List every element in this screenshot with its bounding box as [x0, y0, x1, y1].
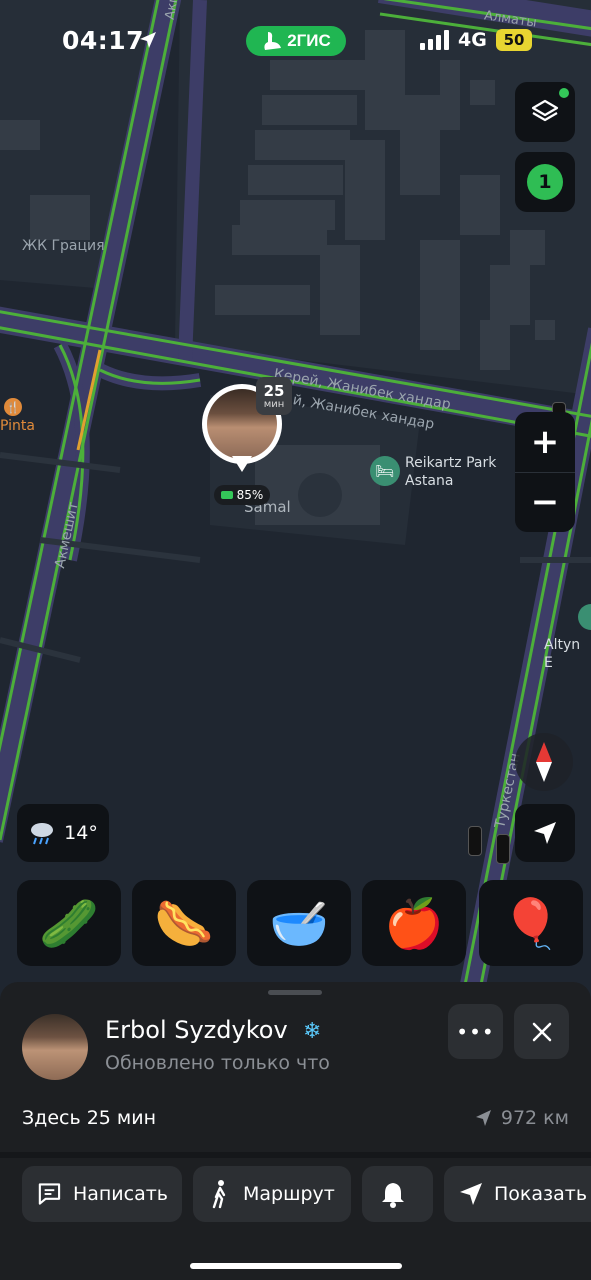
pin-time-value: 25	[263, 381, 285, 400]
compass-button[interactable]	[515, 733, 573, 791]
notify-button[interactable]	[362, 1166, 433, 1222]
weather-temp: 14°	[64, 822, 98, 844]
pin-time-unit: мин	[263, 398, 285, 410]
location-arrow-icon	[140, 32, 156, 48]
close-icon	[532, 1022, 551, 1041]
user-status: Обновлено только что	[105, 1052, 330, 1074]
emoji-apple-button[interactable]: 🍎	[362, 880, 466, 966]
user-bottom-sheet: Erbol Syzdykov ❄ Обновлено только что ••…	[0, 982, 591, 1280]
layers-icon	[531, 99, 559, 122]
sheet-divider	[0, 1152, 591, 1158]
pin-battery-value: 85%	[236, 488, 264, 502]
avatar[interactable]	[22, 1014, 88, 1080]
message-button-label: Написать	[72, 1183, 168, 1205]
action-buttons-row: Написать Маршрут Показать	[0, 1166, 591, 1224]
pin-time-badge: 25 мин	[256, 377, 292, 415]
emoji-hotdog-button[interactable]: 🌭	[132, 880, 236, 966]
weather-widget[interactable]: 14°	[17, 804, 109, 862]
my-location-button[interactable]	[515, 804, 575, 862]
status-bar: 04:17 2ГИС 4G 50	[0, 0, 591, 80]
navigation-arrow-icon	[534, 822, 556, 844]
map-label-pinta[interactable]: Pinta	[0, 418, 35, 434]
here-duration: Здесь 25 мин	[22, 1107, 157, 1129]
goose-icon	[264, 32, 282, 50]
snowflake-icon: ❄	[303, 1019, 322, 1044]
battery-indicator: 50	[496, 29, 532, 51]
map-label-zhk: ЖК Грация	[22, 238, 105, 254]
navigation-arrow-icon	[460, 1183, 482, 1205]
friends-count-button[interactable]: 1	[515, 152, 575, 212]
emoji-reactions-row: 🥒 🌭 🥣 🍎 🎈	[17, 880, 591, 966]
home-indicator[interactable]	[190, 1263, 402, 1269]
zoom-out-button[interactable]: −	[515, 472, 575, 532]
route-button[interactable]: Маршрут	[193, 1166, 351, 1222]
battery-icon	[220, 491, 233, 499]
chat-icon	[38, 1183, 61, 1205]
zoom-controls: + −	[515, 412, 575, 532]
compass-icon	[536, 742, 552, 782]
user-name: Erbol Syzdykov	[105, 1016, 288, 1044]
layers-notification-dot	[559, 88, 569, 98]
user-pin-tail	[232, 456, 252, 472]
show-button[interactable]: Показать	[444, 1166, 591, 1222]
show-button-label: Показать	[494, 1183, 588, 1205]
walking-icon	[212, 1180, 226, 1209]
app-logo: 2ГИС	[246, 26, 346, 56]
route-button-label: Маршрут	[243, 1183, 335, 1205]
zoom-in-button[interactable]: +	[515, 412, 575, 472]
restaurant-icon[interactable]: 🍴	[4, 398, 22, 416]
distance-info: 972 км	[475, 1107, 569, 1129]
navigation-arrow-icon	[475, 1110, 491, 1126]
traffic-light-icon	[468, 826, 482, 856]
rain-cloud-icon	[31, 823, 54, 845]
friends-count: 1	[527, 164, 563, 200]
pin-battery-badge: 85%	[214, 485, 270, 505]
app-logo-text: 2ГИС	[287, 31, 331, 50]
more-options-button[interactable]: •••	[448, 1004, 503, 1059]
sheet-grabber[interactable]	[268, 990, 322, 995]
bell-icon	[381, 1183, 404, 1208]
network-type: 4G	[458, 29, 487, 51]
hotel-icon[interactable]: 🛏	[370, 456, 400, 486]
traffic-light-icon	[496, 834, 510, 864]
map-label-reikartz[interactable]: Reikartz Park Astana	[405, 454, 515, 490]
map-label-altyn[interactable]: Altyn E	[544, 636, 591, 672]
emoji-bowl-button[interactable]: 🥣	[247, 880, 351, 966]
signal-icon	[420, 30, 449, 50]
close-button[interactable]	[514, 1004, 569, 1059]
layers-button[interactable]	[515, 82, 575, 142]
emoji-balloons-button[interactable]: 🎈	[479, 880, 583, 966]
distance-value: 972 км	[500, 1107, 569, 1129]
emoji-cucumber-button[interactable]: 🥒	[17, 880, 121, 966]
status-time: 04:17	[62, 26, 145, 55]
message-button[interactable]: Написать	[22, 1166, 182, 1222]
